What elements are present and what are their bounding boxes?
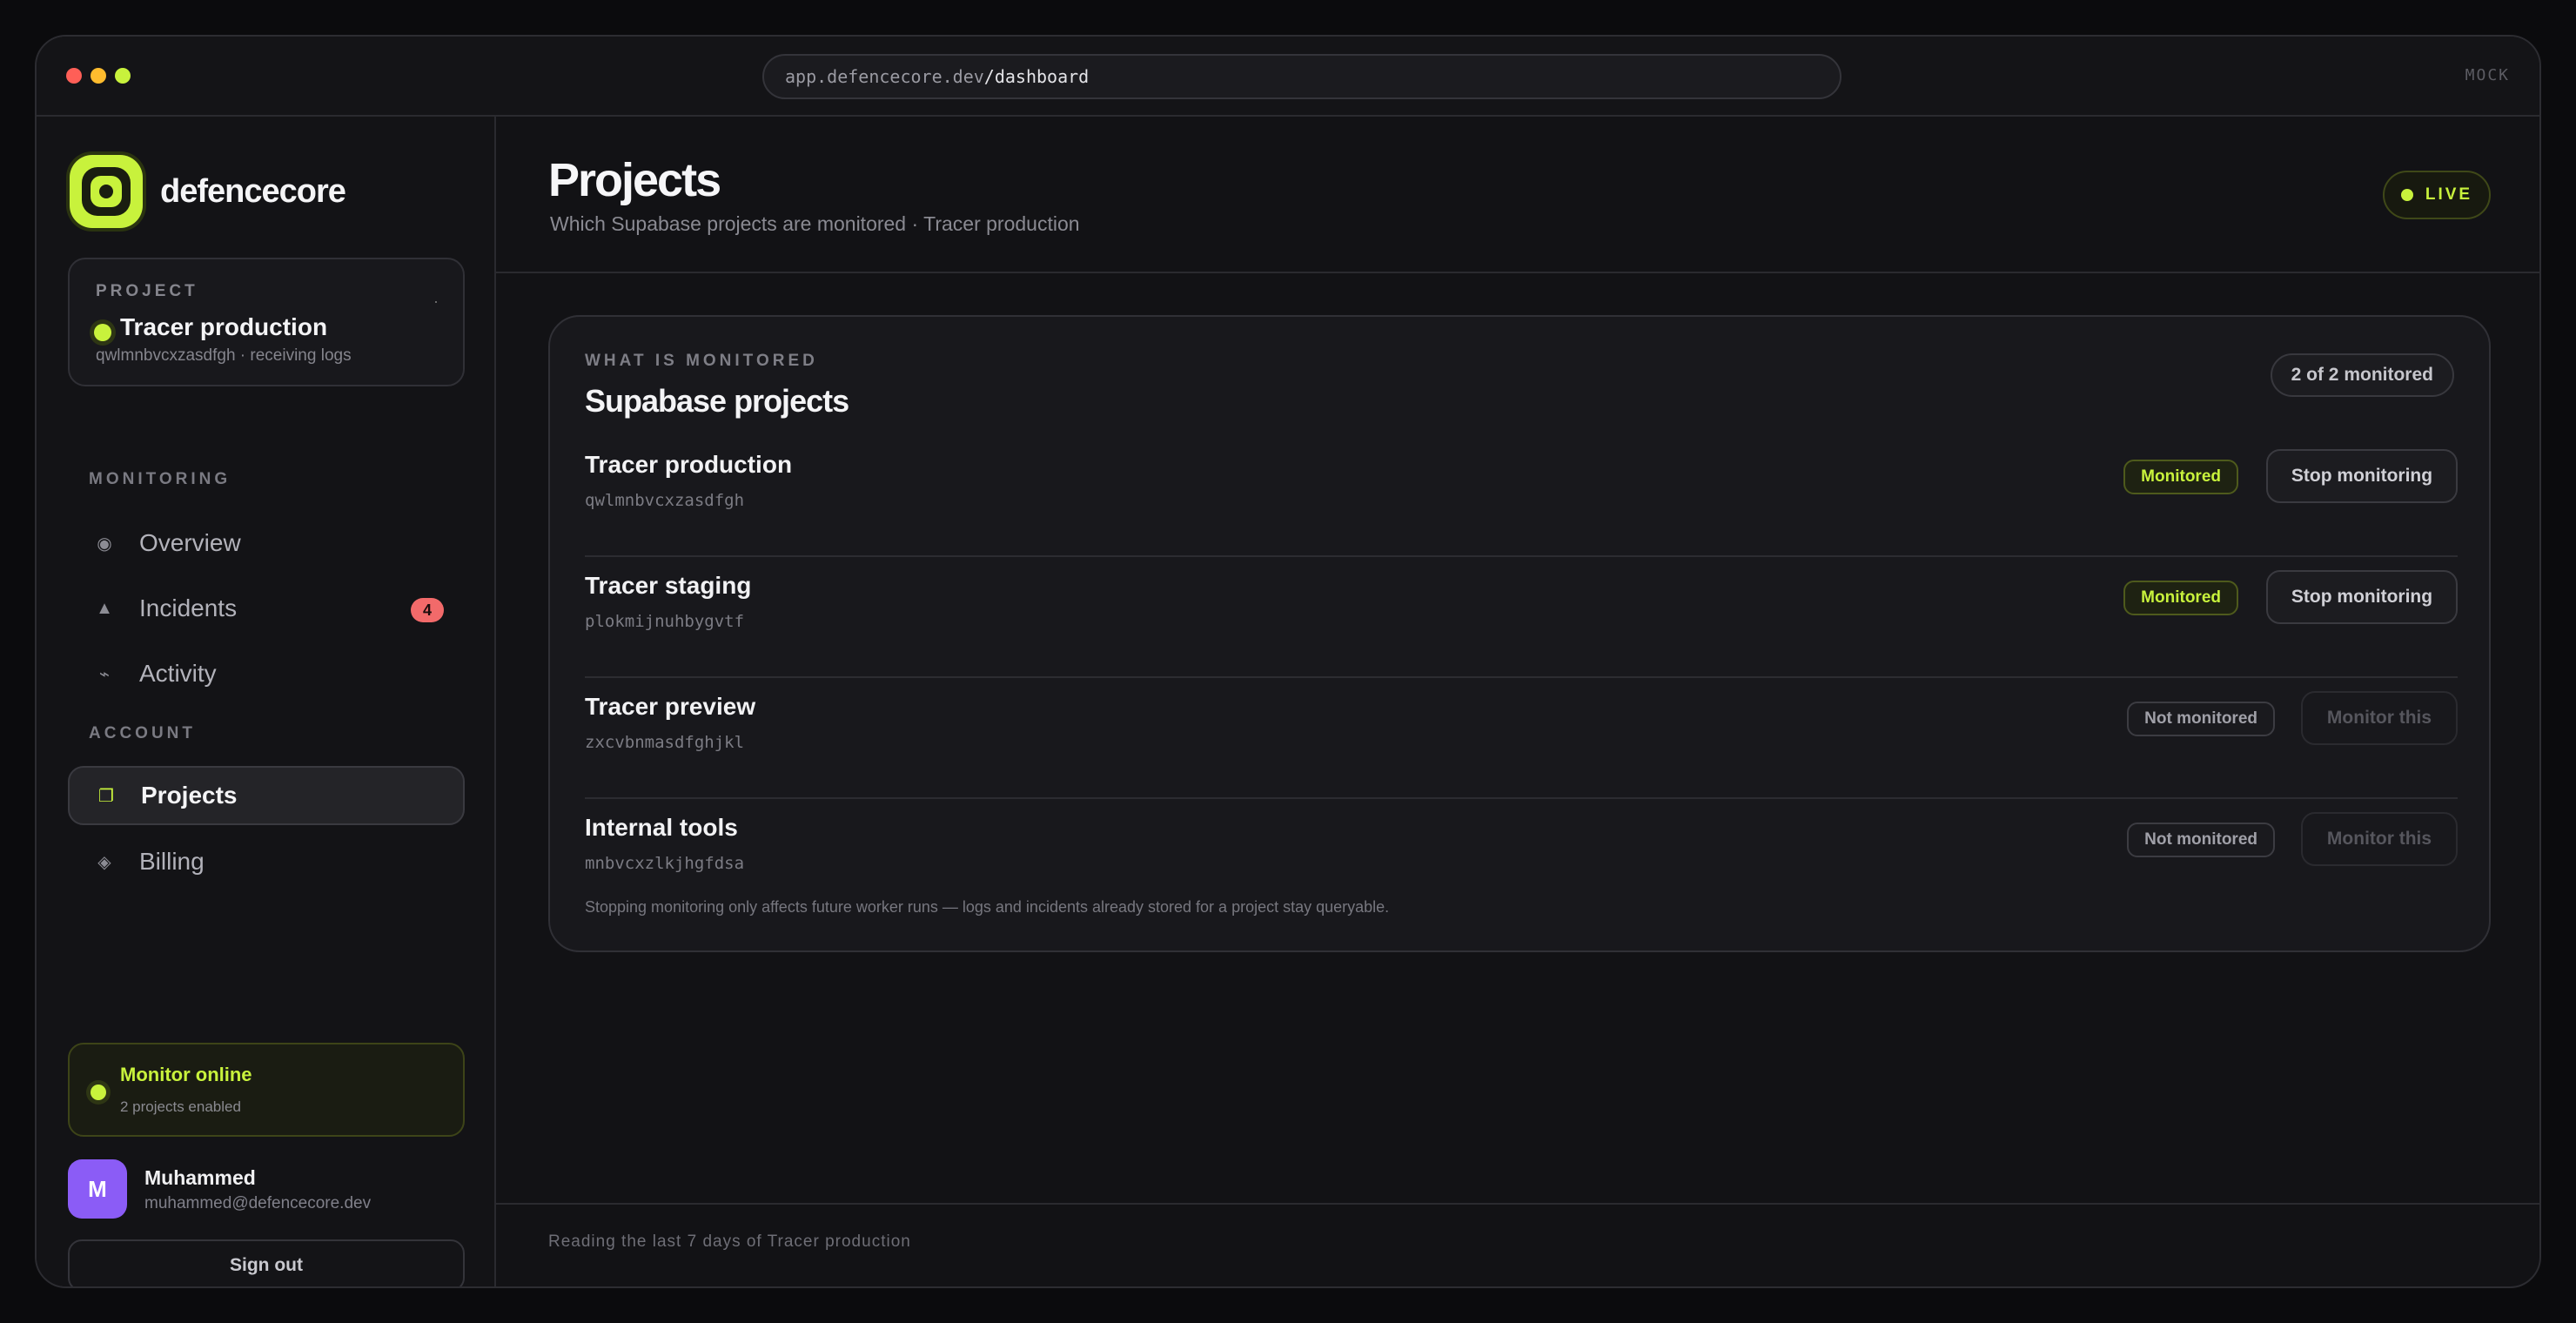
brand-logo-icon bbox=[70, 155, 143, 228]
project-id: qwlmnbvcxzasdfgh bbox=[585, 491, 745, 510]
footer: Reading the last 7 days of Tracer produc… bbox=[496, 1203, 2539, 1286]
brand-name: defencecore bbox=[160, 172, 346, 210]
project-row: Tracer production qwlmnbvcxzasdfgh Monit… bbox=[585, 437, 2458, 557]
panel-title: Supabase projects bbox=[585, 383, 849, 419]
project-name: Tracer staging bbox=[585, 572, 752, 599]
project-id: zxcvbnmasdfghjkl bbox=[585, 733, 745, 752]
page-subtitle: Which Supabase projects are monitored · … bbox=[550, 212, 1080, 235]
sidebar-item-label: Incidents bbox=[139, 594, 238, 621]
stop-monitoring-button[interactable]: Stop monitoring bbox=[2266, 570, 2458, 624]
sidebar-item-projects[interactable]: ❐ Projects bbox=[68, 766, 465, 825]
project-selector[interactable]: PROJECT Tracer production qwlmnbvcxzasdf… bbox=[68, 258, 465, 386]
panel-note: Stopping monitoring only affects future … bbox=[585, 898, 1390, 916]
monitor-online-dot-icon bbox=[91, 1085, 106, 1100]
minimize-window-dot[interactable] bbox=[91, 68, 106, 84]
monitoring-section-label: MONITORING bbox=[89, 470, 231, 488]
project-selector-name: Tracer production bbox=[120, 313, 328, 340]
project-name: Tracer production bbox=[585, 451, 793, 478]
sign-out-button[interactable]: Sign out bbox=[68, 1239, 465, 1286]
activity-icon: ⌁ bbox=[98, 664, 111, 684]
billing-icon: ◈ bbox=[97, 852, 111, 872]
monitored-projects-panel: WHAT IS MONITORED Supabase projects 2 of… bbox=[548, 315, 2491, 952]
monitor-status-title: Monitor online bbox=[120, 1064, 252, 1085]
project-status-dot-icon bbox=[94, 324, 111, 341]
monitor-this-button[interactable]: Monitor this bbox=[2301, 812, 2458, 866]
sidebar-item-billing[interactable]: ◈ Billing bbox=[68, 832, 465, 891]
incidents-count-badge: 4 bbox=[411, 598, 444, 622]
maximize-window-dot[interactable] bbox=[115, 68, 131, 84]
sidebar-item-incidents[interactable]: ▲ Incidents 4 bbox=[68, 579, 465, 638]
project-id: mnbvcxzlkjhgfdsa bbox=[585, 854, 745, 873]
status-badge: Not monitored bbox=[2127, 823, 2275, 857]
user-name: Muhammed bbox=[144, 1166, 256, 1189]
title-bar: app.defencecore.dev/dashboard MOCK bbox=[37, 37, 2539, 117]
main-content: Projects Which Supabase projects are mon… bbox=[496, 117, 2539, 1286]
browser-window: app.defencecore.dev/dashboard MOCK defen… bbox=[35, 35, 2541, 1288]
sidebar-item-label: Projects bbox=[141, 782, 238, 809]
mock-label: MOCK bbox=[2465, 66, 2510, 84]
monitor-status-card: Monitor online 2 projects enabled bbox=[68, 1043, 465, 1137]
sidebar-item-label: Overview bbox=[139, 529, 241, 556]
sidebar-item-label: Activity bbox=[139, 660, 217, 687]
url-path: /dashboard bbox=[983, 66, 1090, 87]
page-title: Projects bbox=[548, 154, 721, 206]
monitor-this-button[interactable]: Monitor this bbox=[2301, 691, 2458, 745]
brand[interactable]: defencecore bbox=[70, 155, 346, 228]
project-selector-subtitle: qwlmnbvcxzasdfgh · receiving logs bbox=[96, 346, 352, 365]
project-selector-chevron-icon: · bbox=[433, 292, 439, 310]
warning-triangle-icon: ▲ bbox=[96, 598, 113, 618]
live-dot-icon bbox=[2400, 189, 2413, 201]
projects-icon: ❐ bbox=[98, 786, 114, 806]
page-header: Projects Which Supabase projects are mon… bbox=[496, 117, 2539, 273]
project-selector-label: PROJECT bbox=[96, 282, 198, 300]
url-bar[interactable]: app.defencecore.dev/dashboard bbox=[762, 54, 1841, 99]
project-row: Tracer preview zxcvbnmasdfghjkl Not moni… bbox=[585, 679, 2458, 799]
sidebar-item-activity[interactable]: ⌁ Activity bbox=[68, 644, 465, 703]
monitor-status-subtitle: 2 projects enabled bbox=[120, 1098, 241, 1115]
project-id: plokmijnuhbygvtf bbox=[585, 612, 745, 631]
user-profile[interactable]: M Muhammed muhammed@defencecore.dev bbox=[68, 1159, 465, 1220]
account-section-label: ACCOUNT bbox=[89, 724, 196, 742]
close-window-dot[interactable] bbox=[66, 68, 82, 84]
monitored-count-badge: 2 of 2 monitored bbox=[2270, 353, 2454, 397]
project-row: Tracer staging plokmijnuhbygvtf Monitore… bbox=[585, 558, 2458, 678]
live-label: LIVE bbox=[2425, 185, 2473, 204]
stop-monitoring-button[interactable]: Stop monitoring bbox=[2266, 449, 2458, 503]
avatar: M bbox=[68, 1159, 127, 1219]
user-email: muhammed@defencecore.dev bbox=[144, 1194, 372, 1212]
sidebar: defencecore PROJECT Tracer production qw… bbox=[37, 117, 496, 1286]
sidebar-item-overview[interactable]: ◉ Overview bbox=[68, 514, 465, 573]
url-host: app.defencecore.dev bbox=[785, 66, 984, 87]
live-status-badge: LIVE bbox=[2383, 171, 2491, 219]
project-name: Tracer preview bbox=[585, 693, 756, 720]
status-badge: Monitored bbox=[2123, 460, 2238, 494]
status-badge: Not monitored bbox=[2127, 702, 2275, 736]
project-name: Internal tools bbox=[585, 814, 738, 841]
panel-label: WHAT IS MONITORED bbox=[585, 352, 818, 370]
status-badge: Monitored bbox=[2123, 581, 2238, 615]
overview-icon: ◉ bbox=[97, 534, 112, 554]
footer-text: Reading the last 7 days of Tracer produc… bbox=[548, 1232, 911, 1251]
sidebar-item-label: Billing bbox=[139, 848, 205, 875]
